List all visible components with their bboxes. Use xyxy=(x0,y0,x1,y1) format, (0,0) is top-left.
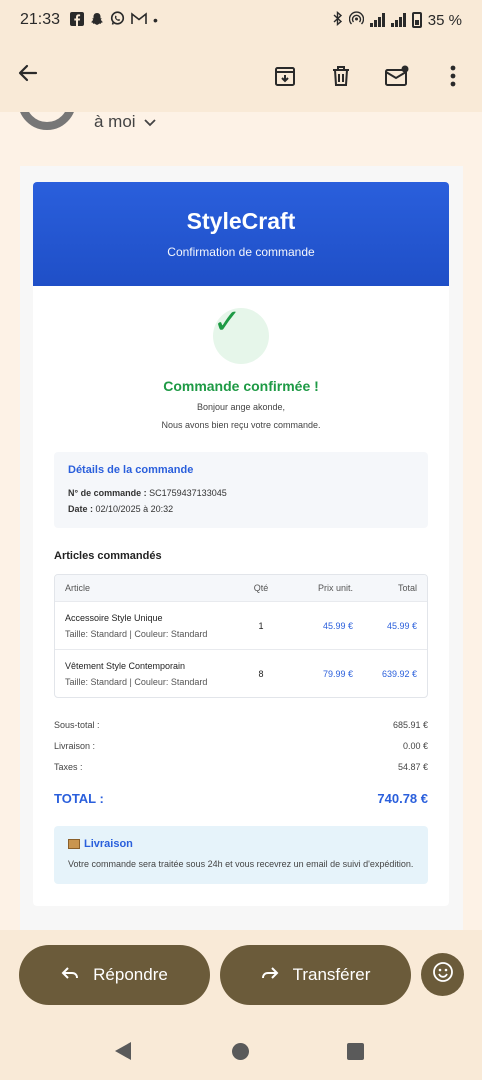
sender-row: à moi xyxy=(0,112,482,162)
recipient-label: à moi xyxy=(94,112,136,131)
nav-back-icon[interactable] xyxy=(115,1042,131,1060)
articles-title: Articles commandés xyxy=(54,550,162,562)
header-total: Total xyxy=(397,583,417,593)
archive-icon[interactable] xyxy=(272,63,298,89)
reply-label: Répondre xyxy=(93,965,168,984)
header-article: Article xyxy=(65,583,91,593)
confirmation-title: Commande confirmée ! xyxy=(163,378,319,394)
system-nav-bar xyxy=(0,1016,482,1080)
hotspot-icon xyxy=(348,10,364,30)
brand-subtitle: Confirmation de commande xyxy=(167,245,315,259)
header-unit-price: Prix unit. xyxy=(317,583,353,593)
app-bar xyxy=(0,40,482,112)
system-icons: 35 % xyxy=(333,10,462,30)
item-total: 45.99 € xyxy=(386,620,417,631)
item-qty: 1 xyxy=(258,620,264,631)
facebook-icon xyxy=(70,11,85,29)
table-header: Article Qté Prix unit. Total xyxy=(55,575,427,601)
reply-icon xyxy=(61,965,79,985)
order-details: Détails de la commande N° de commande : … xyxy=(54,452,428,528)
mark-unread-icon[interactable] xyxy=(384,63,410,89)
brand-name: StyleCraft xyxy=(186,208,296,234)
clock: 21:33 xyxy=(20,11,61,28)
email-body: StyleCraft Confirmation de commande ✓ Co… xyxy=(20,166,463,930)
reply-button[interactable]: Répondre xyxy=(19,945,210,1005)
tax-row: Taxes :54.87 € xyxy=(54,761,428,772)
forward-icon xyxy=(261,965,279,985)
subtotal-row: Sous-total :685.91 € xyxy=(54,719,428,730)
total-value: 740.78 € xyxy=(377,791,428,806)
smiley-icon xyxy=(432,961,454,988)
item-meta: Taille: Standard | Couleur: Standard xyxy=(65,676,208,687)
articles-table: Article Qté Prix unit. Total Accessoire … xyxy=(54,574,428,698)
delivery-text: Votre commande sera traitée sous 24h et … xyxy=(68,859,414,869)
shipping-row: Livraison :0.00 € xyxy=(54,740,428,751)
more-notifications-dot: • xyxy=(153,12,158,28)
greeting: Bonjour ange akonde, xyxy=(196,402,286,412)
received-message: Nous avons bien reçu votre commande. xyxy=(161,420,321,430)
gmail-icon xyxy=(131,12,147,28)
delivery-info: Livraison Votre commande sera traitée so… xyxy=(54,826,428,885)
item-unit-price: 45.99 € xyxy=(322,620,353,631)
total-row: TOTAL : 740.78 € xyxy=(54,791,428,806)
bluetooth-icon xyxy=(333,10,343,30)
order-number: N° de commande : SC1759437133045 xyxy=(68,488,227,498)
forward-label: Transférer xyxy=(292,965,371,984)
signal-icon xyxy=(369,13,385,27)
item-qty: 8 xyxy=(258,668,264,679)
email-footer xyxy=(33,884,449,906)
item-name: Vêtement Style Contemporain xyxy=(65,660,186,671)
details-title: Détails de la commande xyxy=(68,464,194,476)
forward-button[interactable]: Transférer xyxy=(220,945,411,1005)
email-header: StyleCraft Confirmation de commande xyxy=(33,182,449,286)
more-icon[interactable] xyxy=(440,63,466,89)
item-total: 639.92 € xyxy=(381,668,417,679)
chevron-down-icon xyxy=(143,112,156,132)
item-meta: Taille: Standard | Couleur: Standard xyxy=(65,628,208,639)
item-name: Accessoire Style Unique xyxy=(65,612,163,623)
nav-home-icon[interactable] xyxy=(232,1043,249,1060)
status-bar: 21:33 • 35 % xyxy=(0,0,482,40)
table-row: Accessoire Style Unique Taille: Standard… xyxy=(55,601,427,649)
package-icon xyxy=(68,839,80,849)
signal-icon-2 xyxy=(390,13,406,27)
emoji-reaction-button[interactable] xyxy=(421,953,464,996)
back-arrow-icon[interactable] xyxy=(16,60,50,92)
recipient-toggle[interactable]: à moi xyxy=(94,112,156,132)
item-unit-price: 79.99 € xyxy=(322,668,353,679)
delivery-title: Livraison xyxy=(68,838,414,850)
check-icon: ✓ xyxy=(213,303,269,364)
header-qty: Qté xyxy=(253,583,269,593)
order-sums: Sous-total :685.91 € Livraison :0.00 € T… xyxy=(54,714,428,777)
reply-bar: Répondre Transférer xyxy=(0,930,482,1016)
delete-icon[interactable] xyxy=(328,63,354,89)
snapchat-icon xyxy=(90,12,104,29)
table-row: Vêtement Style Contemporain Taille: Stan… xyxy=(55,649,427,697)
whatsapp-icon xyxy=(110,11,125,29)
total-label: TOTAL : xyxy=(54,791,104,806)
nav-recents-icon[interactable] xyxy=(347,1043,364,1060)
notification-icons: • xyxy=(70,11,158,29)
battery-level: 35 % xyxy=(427,11,462,29)
email-card: StyleCraft Confirmation de commande ✓ Co… xyxy=(33,182,449,907)
order-date: Date : 02/10/2025 à 20:32 xyxy=(68,504,174,514)
battery-icon xyxy=(411,12,422,28)
sender-avatar[interactable] xyxy=(18,112,76,130)
